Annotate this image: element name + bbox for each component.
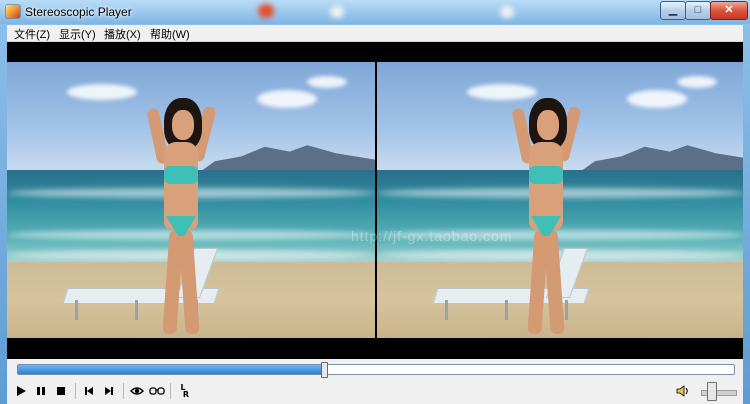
menu-view[interactable]: 显示(Y): [59, 26, 96, 42]
play-icon: [17, 386, 26, 396]
stop-button[interactable]: [53, 383, 69, 399]
minimize-button[interactable]: ▁: [660, 1, 686, 20]
cloud: [67, 84, 137, 100]
menu-play[interactable]: 播放(X): [104, 26, 141, 42]
pause-icon: [37, 387, 45, 395]
cloud: [677, 76, 717, 88]
toolbar-separator: [170, 383, 171, 399]
seek-bar[interactable]: [17, 362, 735, 378]
watermark-text: http://jf-gx.taobao.com: [351, 228, 513, 244]
person-figure: [142, 98, 222, 338]
cloud: [257, 90, 317, 108]
toolbar-separator: [75, 383, 76, 399]
pause-button[interactable]: [33, 383, 49, 399]
menu-help[interactable]: 帮助(W): [150, 26, 190, 42]
close-button[interactable]: ✕: [710, 1, 748, 20]
next-icon: [105, 387, 113, 395]
person-figure: [507, 98, 587, 338]
previous-button[interactable]: [81, 383, 97, 399]
right-eye-view: [377, 62, 743, 338]
cloud: [627, 90, 687, 108]
title-bar-decoration: [500, 6, 514, 18]
menu-bar: 文件(Z) 显示(Y) 播放(X) 帮助(W): [7, 25, 743, 42]
title-bar-decoration: [330, 6, 344, 18]
toolbar-separator: [123, 383, 124, 399]
mute-button[interactable]: [675, 383, 691, 399]
cloud: [307, 76, 347, 88]
volume-icon: [676, 385, 688, 397]
maximize-button[interactable]: □: [685, 1, 711, 20]
seek-thumb[interactable]: [321, 362, 329, 378]
control-bar: L R: [7, 359, 743, 404]
previous-icon: [85, 387, 93, 395]
eye-icon: [130, 387, 144, 395]
video-area[interactable]: http://jf-gx.taobao.com: [7, 42, 743, 359]
window-title: Stereoscopic Player: [25, 5, 132, 19]
next-button[interactable]: [101, 383, 117, 399]
player-window: Stereoscopic Player ▁ □ ✕ 文件(Z) 显示(Y) 播放…: [0, 0, 750, 404]
title-bar[interactable]: Stereoscopic Player ▁ □ ✕: [0, 0, 750, 24]
glasses-icon: [149, 387, 165, 395]
swap-lr-button[interactable]: L R: [175, 383, 191, 399]
lr-swap-icon: L R: [177, 384, 190, 399]
glasses-button[interactable]: [149, 383, 165, 399]
lr-label-right: R: [182, 390, 190, 399]
viewing-method-button[interactable]: [129, 383, 145, 399]
play-button[interactable]: [13, 383, 29, 399]
app-icon[interactable]: [6, 5, 20, 18]
seek-progress: [18, 365, 325, 374]
menu-file[interactable]: 文件(Z): [14, 26, 50, 42]
volume-thumb[interactable]: [707, 382, 718, 401]
title-bar-decoration: [258, 4, 274, 18]
stop-icon: [57, 387, 65, 395]
left-eye-view: [7, 62, 375, 338]
